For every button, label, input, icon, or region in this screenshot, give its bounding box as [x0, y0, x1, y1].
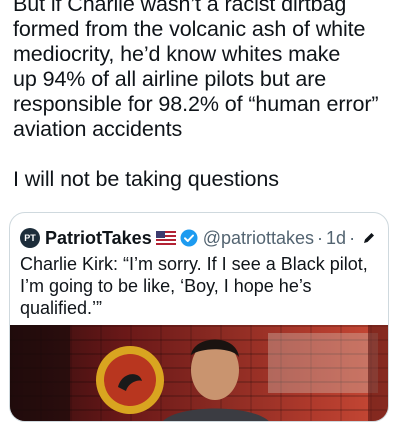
quote-line: I’m going to be like, ‘Boy, I hope he’s	[20, 275, 380, 297]
verified-badge-icon	[180, 229, 198, 247]
paragraph-gap	[13, 142, 393, 167]
media-scene	[10, 325, 389, 422]
avatar[interactable]: PT	[20, 228, 40, 248]
tweet-line: aviation accidents	[13, 117, 393, 142]
us-flag-icon	[156, 231, 176, 245]
tweet-line: But if Charlie wasn’t a racist dirtbag	[13, 0, 393, 17]
quoted-tweet-card[interactable]: PT PatriotTakes @patriottakes · 1d ·	[9, 212, 389, 422]
quote-text: Charlie Kirk: “I’m sorry. If I see a Bla…	[20, 253, 380, 319]
separator-dot: ·	[349, 228, 355, 249]
quote-display-name[interactable]: PatriotTakes	[45, 228, 152, 249]
quote-line: qualified.’”	[20, 297, 380, 319]
tweet-line: responsible for 98.2% of “human error”	[13, 92, 393, 117]
quote-media-image[interactable]	[10, 325, 389, 422]
tweet-line: mediocrity, he’d know whites make	[13, 42, 393, 67]
tweet-closing: I will not be taking questions	[13, 167, 393, 192]
dark-shadow	[10, 325, 70, 422]
person-shirt	[160, 409, 272, 422]
quote-line: Charlie Kirk: “I’m sorry. If I see a Bla…	[20, 253, 380, 275]
wall-frame	[268, 333, 378, 393]
quote-timestamp[interactable]: 1d	[326, 228, 346, 249]
separator-dot: ·	[317, 228, 323, 249]
tweet-line: up 94% of all airline pilots but are	[13, 67, 393, 92]
avatar-initials: PT	[24, 233, 36, 243]
quote-header: PT PatriotTakes @patriottakes · 1d ·	[20, 227, 376, 249]
pencil-icon	[362, 231, 376, 245]
quote-handle[interactable]: @patriottakes	[203, 228, 314, 249]
tweet-line: formed from the volcanic ash of white	[13, 17, 393, 42]
tweet-body: But if Charlie wasn’t a racist dirtbag f…	[13, 0, 393, 192]
